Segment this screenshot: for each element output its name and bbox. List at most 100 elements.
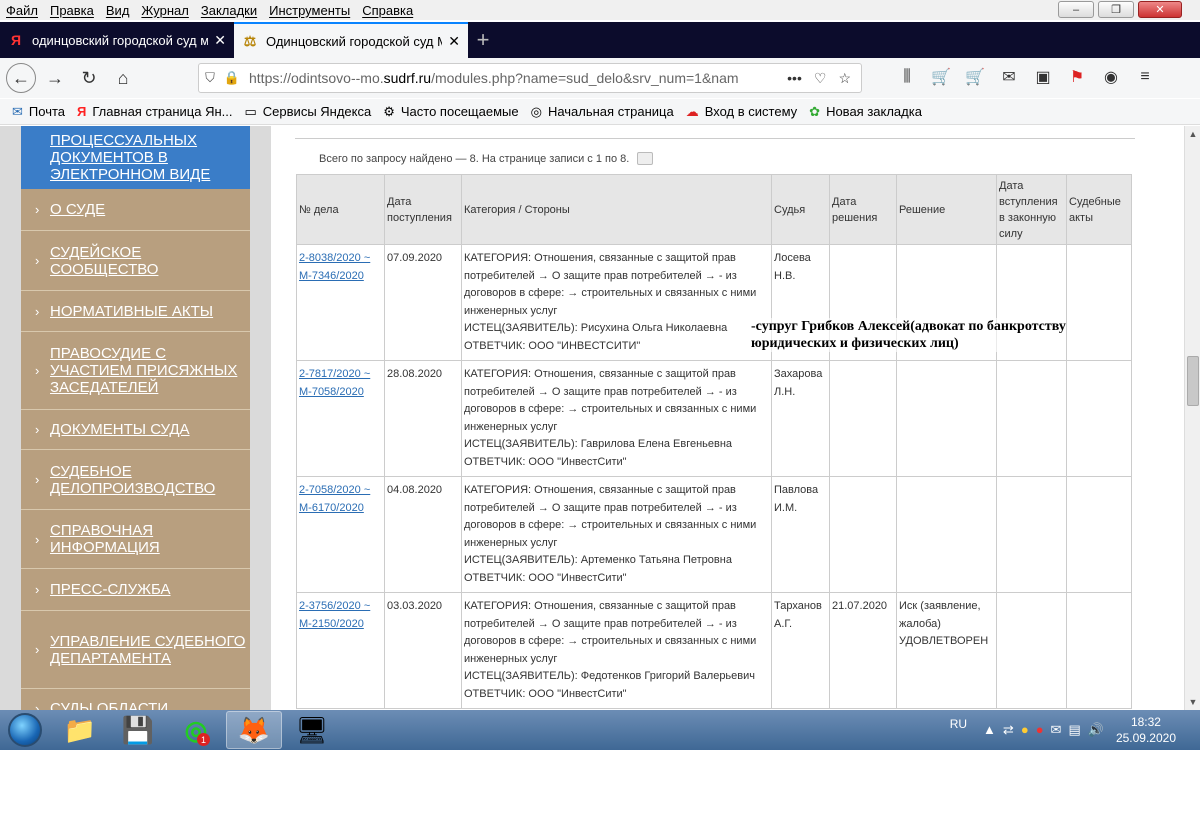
tab-yandex-search[interactable]: Я одинцовский городской суд м ✕ xyxy=(0,22,234,58)
sidebar-item-judicial-department[interactable]: › УПРАВЛЕНИЕ СУДЕБНОГО ДЕПАРТАМЕНТА xyxy=(21,611,250,689)
case-link[interactable]: 2-7058/2020 ~ М-6170/2020 xyxy=(299,484,370,514)
case-link[interactable]: 2-3756/2020 ~ М-2150/2020 xyxy=(299,600,370,630)
decision-date-cell xyxy=(829,360,897,477)
restore-button[interactable]: ❐ xyxy=(1098,1,1134,18)
sidebar-item-electronic-docs[interactable]: ПРОЦЕССУАЛЬНЫХ ДОКУМЕНТОВ В ЭЛЕКТРОННОМ … xyxy=(21,126,250,189)
scroll-down-icon[interactable]: ▼ xyxy=(1185,694,1200,710)
header-effective-date: Дата вступления в законную силу xyxy=(996,174,1067,245)
menu-history[interactable]: Журнал xyxy=(141,3,188,18)
cart-icon[interactable]: 🛒 xyxy=(930,66,952,88)
bookmark-most-visited[interactable]: ⚙ Часто посещаемые xyxy=(383,104,518,120)
bookmark-new[interactable]: ✿ Новая закладка xyxy=(809,104,922,120)
library-icon[interactable]: ⫼ xyxy=(896,66,918,88)
forward-button[interactable]: → xyxy=(40,63,70,93)
taskbar-explorer[interactable]: 📁 xyxy=(52,711,108,749)
menu-help[interactable]: Справка xyxy=(362,3,413,18)
scroll-thumb[interactable] xyxy=(1187,356,1199,406)
menu-bookmarks[interactable]: Закладки xyxy=(201,3,257,18)
menu-icon[interactable]: ≡ xyxy=(1134,66,1156,88)
sidebar-item-jury[interactable]: › ПРАВОСУДИЕ С УЧАСТИЕМ ПРИСЯЖНЫХ ЗАСЕДАТ… xyxy=(21,332,250,410)
home-button[interactable]: ⌂ xyxy=(108,63,138,93)
network-icon[interactable]: ▤ xyxy=(1068,722,1080,738)
decision-date-cell xyxy=(829,476,897,593)
taskbar-messenger[interactable]: ◎ 1 xyxy=(168,711,224,749)
close-tab-icon[interactable]: ✕ xyxy=(448,33,460,50)
volume-icon[interactable]: 🔊 xyxy=(1088,722,1104,738)
sidebar-item-press-service[interactable]: › ПРЕСС-СЛУЖБА xyxy=(21,569,250,611)
taskbar-save-app[interactable]: 💾 xyxy=(110,711,166,749)
menu-bar: Файл Правка Вид Журнал Закладки Инструме… xyxy=(0,0,1200,20)
start-button[interactable] xyxy=(0,710,50,750)
summary-text: Всего по запросу найдено — 8. На страниц… xyxy=(319,152,630,165)
mail-icon[interactable]: ✉ xyxy=(1051,722,1062,738)
language-indicator[interactable]: RU xyxy=(950,717,967,731)
close-window-button[interactable]: ✕ xyxy=(1138,1,1182,18)
menu-tools[interactable]: Инструменты xyxy=(269,3,350,18)
category-cell: КАТЕГОРИЯ: Отношения, связанные с защито… xyxy=(461,592,772,709)
court-emblem-icon: ⚖ xyxy=(243,32,257,49)
sidebar-item-regional-courts[interactable]: › СУДЫ ОБЛАСТИ xyxy=(21,689,250,710)
bookmark-yandex-services[interactable]: ▭ Сервисы Яндекса xyxy=(245,104,372,120)
bookmark-flag-icon[interactable]: ⚑ xyxy=(1066,66,1088,88)
bookmarks-bar: ✉ Почта Я Главная страница Ян... ▭ Сервисы … xyxy=(0,99,1200,125)
chevron-right-icon: › xyxy=(35,701,40,710)
sidebar-item-reference-info[interactable]: › СПРАВОЧНАЯ ИНФОРМАЦИЯ xyxy=(21,510,250,569)
category-text: КАТЕГОРИЯ: Отношения, связанные с защито… xyxy=(464,252,757,317)
case-link[interactable]: 2-8038/2020 ~ М-7346/2020 xyxy=(299,252,370,282)
bookmark-mail[interactable]: ✉ Почта xyxy=(12,104,65,120)
clock[interactable]: 18:32 25.09.2020 xyxy=(1116,714,1176,746)
close-tab-icon[interactable]: ✕ xyxy=(214,32,226,49)
chevron-right-icon: › xyxy=(35,422,40,437)
bookmark-start-page[interactable]: ◎ Начальная страница xyxy=(531,104,674,120)
sidebar-item-judicial-community[interactable]: › СУДЕЙСКОЕ СООБЩЕСТВО xyxy=(21,231,250,291)
sidebar-item-about[interactable]: › О СУДЕ xyxy=(21,189,250,231)
screen: Файл Правка Вид Журнал Закладки Инструме… xyxy=(0,0,1200,833)
case-link[interactable]: 2-7817/2020 ~ М-7058/2020 xyxy=(299,368,370,398)
print-icon[interactable] xyxy=(637,152,654,165)
network-tool-icon[interactable]: ⇄ xyxy=(1003,722,1014,738)
page-actions-icon[interactable]: ••• xyxy=(787,70,802,87)
chevron-right-icon: › xyxy=(35,303,40,319)
menu-edit[interactable]: Правка xyxy=(50,3,94,18)
judge-cell: Захарова Л.Н. xyxy=(771,360,830,477)
reload-button[interactable]: ↻ xyxy=(74,63,104,93)
back-button[interactable]: ← xyxy=(6,63,36,93)
sidebar-icon[interactable]: ▣ xyxy=(1032,66,1054,88)
bookmark-label: Часто посещаемые xyxy=(400,104,519,119)
menu-file[interactable]: Файл xyxy=(6,3,38,18)
taskbar-firefox[interactable]: 🦊 xyxy=(226,711,282,749)
lock-icon[interactable]: 🔒 xyxy=(221,70,243,86)
url-text[interactable]: https://odintsovo--mo.sudrf.ru/modules.p… xyxy=(249,70,787,86)
notification-icon[interactable]: ● xyxy=(1021,722,1029,738)
taskbar-remote-desktop[interactable]: 🖥 xyxy=(284,711,340,749)
folder-icon: ▭ xyxy=(244,103,257,119)
url-domain: sudrf.ru xyxy=(383,70,432,86)
show-hidden-icons-icon[interactable]: ▲ xyxy=(983,722,996,738)
address-bar[interactable]: ⛉ 🔒 https://odintsovo--mo.sudrf.ru/modul… xyxy=(198,63,862,93)
sidebar-item-label: ПРЕСС-СЛУЖБА xyxy=(50,581,171,598)
url-path: /modules.php?name=sud_delo&srv_num=1&nam xyxy=(431,70,739,86)
menu-view[interactable]: Вид xyxy=(106,3,130,18)
vertical-scrollbar[interactable]: ▲ ▼ xyxy=(1184,126,1200,710)
scroll-up-icon[interactable]: ▲ xyxy=(1185,126,1200,142)
sidebar-item-court-documents[interactable]: › ДОКУМЕНТЫ СУДА xyxy=(21,410,250,450)
sidebar-item-proceedings[interactable]: › СУДЕБНОЕ ДЕЛОПРОИЗВОДСТВО xyxy=(21,450,250,510)
cart-icon[interactable]: 🛒 xyxy=(964,66,986,88)
bookmark-star-icon[interactable]: ☆ xyxy=(838,70,851,87)
account-icon[interactable]: ◉ xyxy=(1100,66,1122,88)
new-tab-button[interactable]: + xyxy=(468,22,498,58)
bookmark-login[interactable]: ☁ Вход в систему xyxy=(686,104,797,120)
judicial-acts-cell xyxy=(1066,244,1132,361)
antivirus-icon[interactable]: ● xyxy=(1036,722,1044,738)
tab-court-site[interactable]: ⚖ Одинцовский городской суд М ✕ xyxy=(234,22,468,58)
table-row: 2-7817/2020 ~ М-7058/2020 28.08.2020 КАТ… xyxy=(296,360,1132,477)
mail-icon[interactable]: ✉ xyxy=(998,66,1020,88)
sidebar-item-normative-acts[interactable]: › НОРМАТИВНЫЕ АКТЫ xyxy=(21,291,250,332)
mail-icon: ✉ xyxy=(12,103,23,119)
bookmark-yandex-home[interactable]: Я Главная страница Ян... xyxy=(77,104,232,119)
effective-date-cell xyxy=(996,476,1067,593)
yandex-icon: Я xyxy=(77,104,87,119)
pocket-icon[interactable]: ♡ xyxy=(814,70,827,87)
shield-icon[interactable]: ⛉ xyxy=(199,70,221,86)
minimize-button[interactable]: – xyxy=(1058,1,1094,18)
